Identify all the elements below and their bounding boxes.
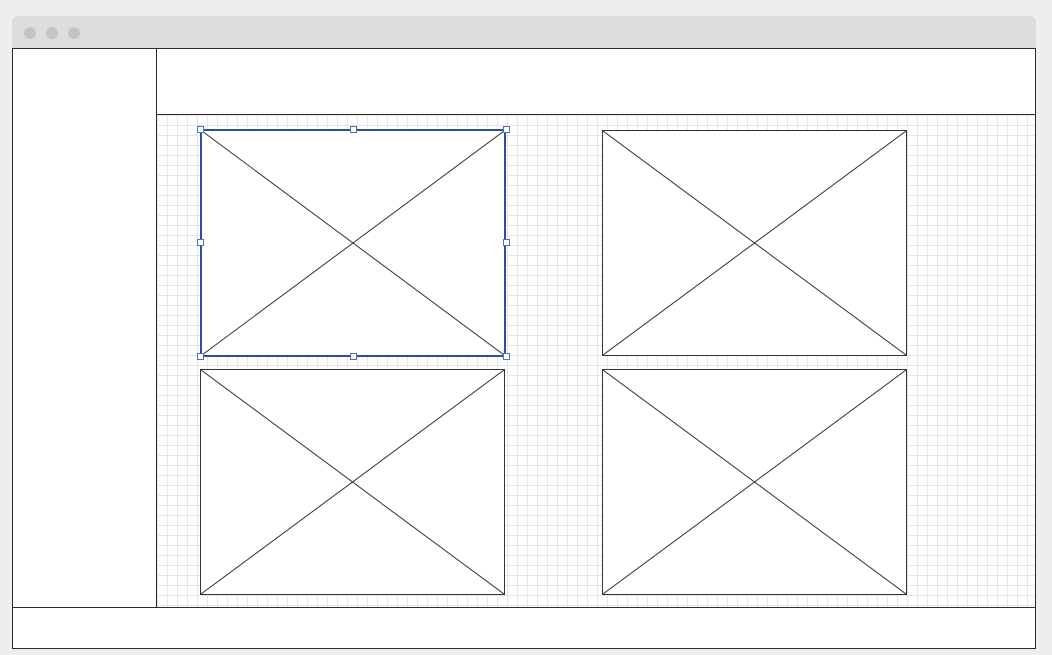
image-placeholder-icon	[603, 370, 906, 594]
resize-handle-top-left[interactable]	[197, 126, 204, 133]
image-placeholder-1[interactable]	[200, 129, 506, 357]
image-placeholder-icon	[201, 370, 504, 594]
footer-region[interactable]	[13, 607, 1035, 648]
image-placeholder-2[interactable]	[602, 130, 907, 356]
sidebar-region[interactable]	[13, 49, 157, 607]
resize-handle-bottom-left[interactable]	[197, 353, 204, 360]
resize-handle-left[interactable]	[197, 239, 204, 246]
minimize-dot[interactable]	[46, 27, 58, 39]
resize-handle-bottom-right[interactable]	[503, 353, 510, 360]
title-bar[interactable]	[12, 16, 1036, 49]
resize-handle-top[interactable]	[350, 126, 357, 133]
image-placeholder-icon	[202, 131, 504, 355]
zoom-dot[interactable]	[68, 27, 80, 39]
resize-handle-bottom[interactable]	[350, 353, 357, 360]
image-placeholder-4[interactable]	[602, 369, 907, 595]
close-dot[interactable]	[24, 27, 36, 39]
grid-canvas[interactable]	[157, 115, 1035, 607]
resize-handle-right[interactable]	[503, 239, 510, 246]
header-region[interactable]	[156, 49, 1035, 115]
image-placeholder-icon	[603, 131, 906, 355]
resize-handle-top-right[interactable]	[503, 126, 510, 133]
app-window	[12, 16, 1036, 649]
image-placeholder-3[interactable]	[200, 369, 505, 595]
wireframe-content	[12, 49, 1036, 649]
